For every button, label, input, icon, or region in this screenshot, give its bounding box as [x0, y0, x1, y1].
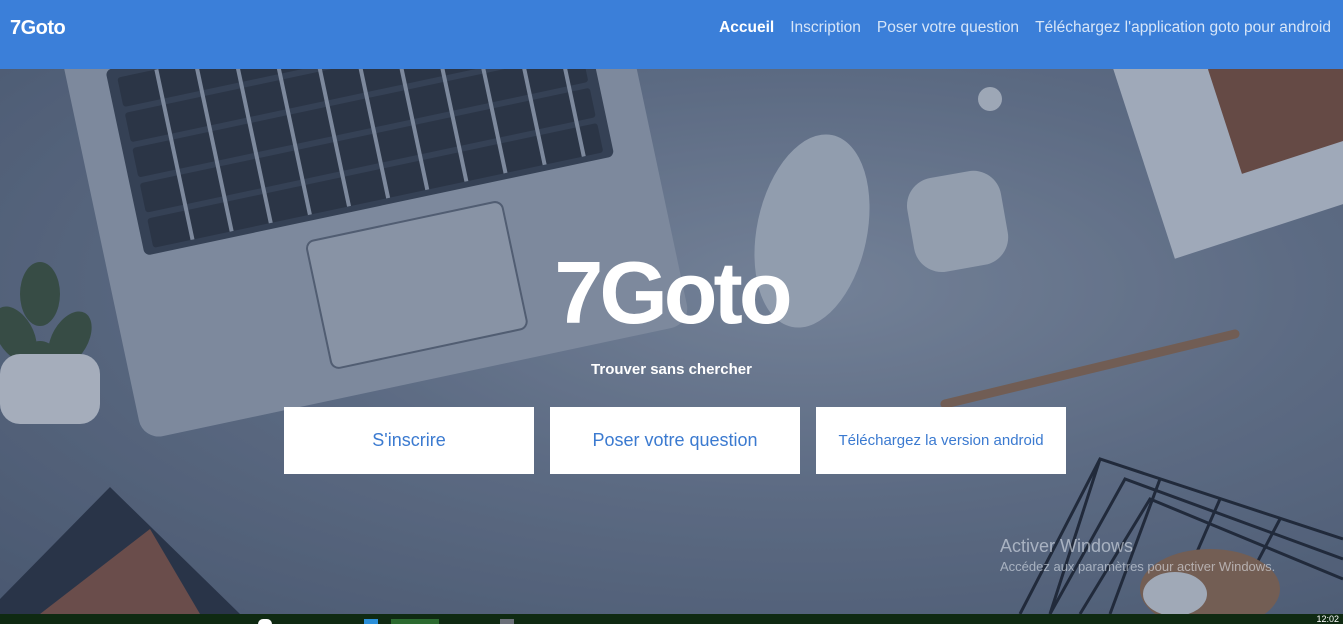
watermark-title: Activer Windows — [1000, 536, 1134, 556]
hero-subtitle: Trouver sans chercher — [591, 361, 752, 378]
navbar: 7Goto Accueil Inscription Poser votre qu… — [0, 0, 1343, 69]
nav-link-poser-question[interactable]: Poser votre question — [877, 19, 1019, 37]
app-icon[interactable] — [500, 619, 514, 624]
nav-link-accueil[interactable]: Accueil — [719, 19, 774, 37]
nav-link-inscription[interactable]: Inscription — [790, 19, 861, 37]
brand-logo[interactable]: 7Goto — [10, 17, 66, 40]
cta-buttons: S'inscrire Poser votre question Téléchar… — [284, 407, 1066, 474]
chrome-icon[interactable] — [258, 619, 272, 624]
windows-taskbar: 12:02 — [0, 614, 1343, 624]
signup-button[interactable]: S'inscrire — [284, 407, 534, 474]
watermark-subtitle: Accédez aux paramètres pour activer Wind… — [1000, 559, 1276, 574]
ask-question-button[interactable]: Poser votre question — [550, 407, 800, 474]
active-app-icon[interactable] — [391, 619, 439, 624]
page: 7Goto Accueil Inscription Poser votre qu… — [0, 0, 1343, 624]
hero-title: 7Goto — [554, 243, 792, 342]
taskbar-clock[interactable]: 12:02 — [1316, 615, 1339, 624]
windows-activation-watermark: Activer Windows Accédez aux paramètres p… — [1000, 536, 1275, 574]
nav-links: Accueil Inscription Poser votre question… — [719, 19, 1331, 37]
download-android-button[interactable]: Téléchargez la version android — [816, 407, 1066, 474]
edge-icon[interactable] — [364, 619, 378, 624]
hero-section: 7Goto Trouver sans chercher S'inscrire P… — [0, 69, 1343, 614]
nav-link-telecharger-android[interactable]: Téléchargez l'application goto pour andr… — [1035, 19, 1331, 37]
